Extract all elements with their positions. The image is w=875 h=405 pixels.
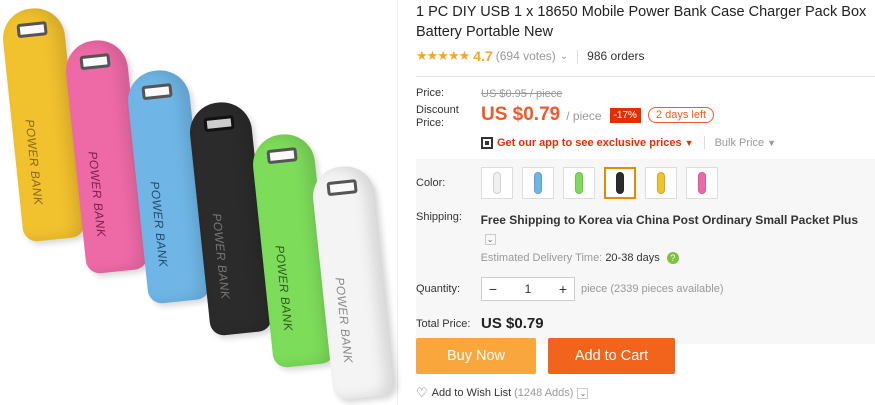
rating-row: ★★★★★ 4.7 (694 votes) ⌄ 986 orders xyxy=(416,48,875,64)
power-bank-label: POWER BANK xyxy=(85,150,109,239)
swatch-thumbnail xyxy=(575,172,583,194)
wish-list-link[interactable]: ♡ Add to Wish List (1248 Adds) ⌄ xyxy=(416,385,589,401)
color-swatch-white[interactable] xyxy=(481,167,513,199)
shipping-label: Shipping: xyxy=(416,211,462,223)
wish-count: (1248 Adds) xyxy=(514,387,574,399)
divider xyxy=(577,49,579,63)
wish-list-label[interactable]: Add to Wish List xyxy=(432,387,511,399)
divider xyxy=(703,136,705,149)
color-swatch-green[interactable] xyxy=(563,167,595,199)
buy-now-button[interactable]: Buy Now xyxy=(416,338,536,374)
per-piece-label: / piece xyxy=(566,109,602,123)
qr-code-icon xyxy=(481,136,493,149)
app-promo-link[interactable]: Get our app to see exclusive prices ▼ Bu… xyxy=(481,136,875,149)
star-rating-icon: ★★★★★ xyxy=(416,48,470,63)
original-price: US $0.95 / piece xyxy=(481,87,563,100)
swatch-thumbnail xyxy=(657,172,665,194)
orders-count: 986 orders xyxy=(587,49,645,63)
discount-badge: -17% xyxy=(609,108,641,123)
total-price-label: Total Price: xyxy=(416,317,471,330)
days-left-badge: 2 days left xyxy=(647,107,715,123)
options-panel: Color: Shipping: Free Shipping to Korea … xyxy=(416,159,875,344)
color-swatch-blue[interactable] xyxy=(522,167,554,199)
color-swatches xyxy=(481,167,718,199)
help-icon[interactable]: ? xyxy=(666,252,679,264)
color-swatch-pink[interactable] xyxy=(686,167,718,199)
power-bank-label: POWER BANK xyxy=(147,180,171,269)
quantity-input[interactable]: 1 xyxy=(504,278,552,300)
power-bank-label: POWER BANK xyxy=(209,212,233,301)
discount-price-label: Discount Price: xyxy=(416,104,459,129)
chevron-down-icon[interactable]: ⌄ xyxy=(577,387,589,399)
bulk-price-link[interactable]: Bulk Price xyxy=(715,137,765,149)
caret-down-icon: ▼ xyxy=(767,137,777,148)
delivery-time: Estimated Delivery Time: 20-38 days ? xyxy=(481,252,875,264)
swatch-thumbnail xyxy=(616,172,624,194)
total-price: US $0.79 xyxy=(481,315,544,332)
product-details: 1 PC DIY USB 1 x 18650 Mobile Power Bank… xyxy=(416,0,875,344)
increase-button[interactable]: + xyxy=(552,278,574,300)
color-swatch-yellow[interactable] xyxy=(645,167,677,199)
add-to-cart-button[interactable]: Add to Cart xyxy=(548,338,675,374)
current-price: US $0.79 xyxy=(481,104,561,125)
power-bank-label: POWER BANK xyxy=(272,244,296,333)
swatch-thumbnail xyxy=(534,172,542,194)
white-power-bank: POWER BANK xyxy=(310,163,396,401)
chevron-down-icon[interactable]: ⌄ xyxy=(484,234,496,245)
shipping-method[interactable]: Free Shipping to Korea via China Post Or… xyxy=(481,213,858,227)
swatch-thumbnail xyxy=(493,172,501,194)
app-promo-text[interactable]: Get our app to see exclusive prices xyxy=(497,137,682,149)
quantity-label: Quantity: xyxy=(416,283,461,295)
color-swatch-black[interactable] xyxy=(604,167,636,199)
votes-link[interactable]: (694 votes) xyxy=(496,49,556,63)
price-label: Price: xyxy=(416,87,445,99)
quantity-stepper[interactable]: − 1 + xyxy=(481,277,575,301)
price-section: Price: US $0.95 / piece Discount Price: U… xyxy=(416,76,875,149)
product-image[interactable]: POWER BANK POWER BANK POWER BANK POWER B… xyxy=(0,0,398,405)
power-bank-label: POWER BANK xyxy=(332,276,356,365)
availability: piece (2339 pieces available) xyxy=(581,283,724,295)
heart-icon[interactable]: ♡ xyxy=(416,385,428,401)
chevron-down-icon[interactable]: ⌄ xyxy=(560,51,568,62)
power-bank-label: POWER BANK xyxy=(22,118,46,207)
swatch-thumbnail xyxy=(698,172,706,194)
caret-down-icon: ▼ xyxy=(684,137,694,148)
product-title: 1 PC DIY USB 1 x 18650 Mobile Power Bank… xyxy=(416,4,867,40)
rating-value: 4.7 xyxy=(473,48,493,64)
decrease-button[interactable]: − xyxy=(482,278,504,300)
color-label: Color: xyxy=(416,177,446,189)
action-buttons: Buy Now Add to Cart xyxy=(416,338,675,374)
